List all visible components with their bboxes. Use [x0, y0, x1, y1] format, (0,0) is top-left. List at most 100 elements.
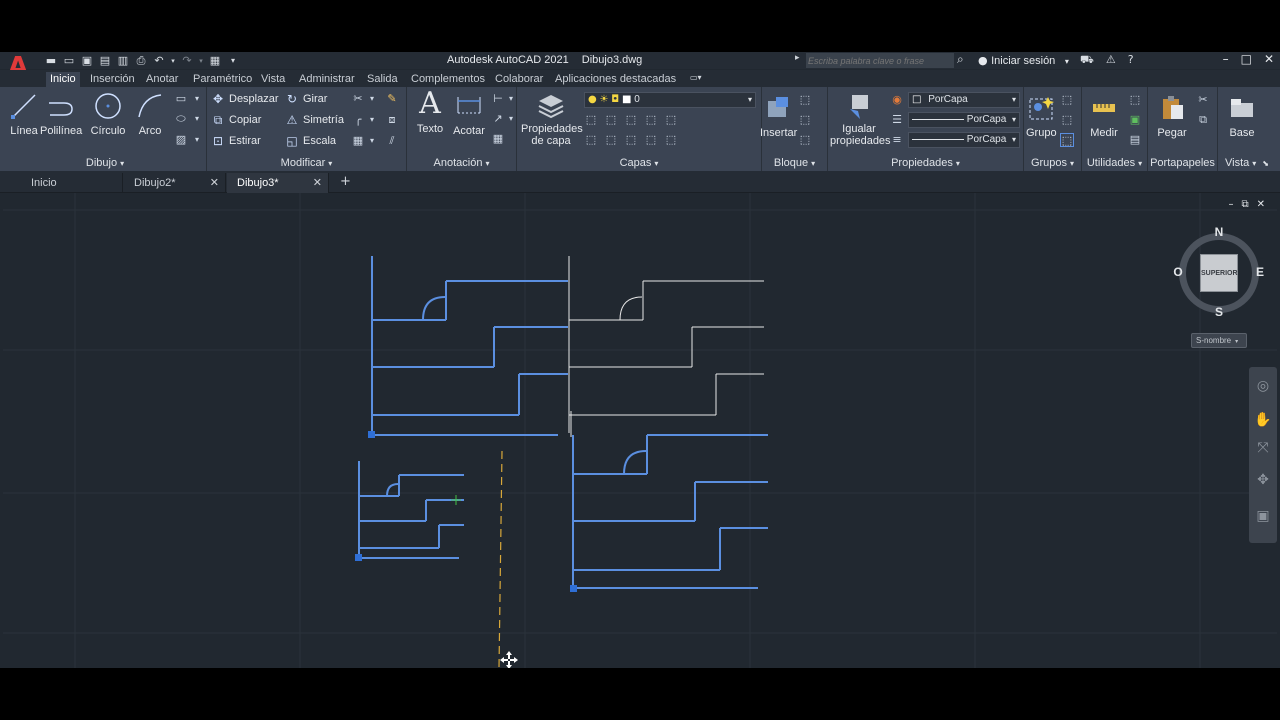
create-block-icon[interactable]: ⬚ [798, 93, 812, 107]
panel-vista-title[interactable]: Vista ▾ ⬊ [1218, 157, 1276, 169]
rectangle-dropdown-icon[interactable]: ▾ [190, 92, 204, 106]
close-tab-icon[interactable]: ✕ [210, 176, 219, 189]
color-dropdown[interactable]: □ PorCapa ▾ [908, 92, 1020, 108]
base-view-button[interactable]: Base [1222, 93, 1262, 139]
trim-dropdown-icon[interactable]: ▾ [365, 92, 379, 106]
view-cube[interactable]: SUPERIOR N S E O [1171, 225, 1267, 321]
undo-dropdown-icon[interactable]: ▾ [170, 55, 176, 67]
steering-wheel-icon[interactable]: ◎ [1254, 377, 1272, 395]
linetype-dropdown[interactable]: PorCapa ▾ [908, 112, 1020, 128]
panel-capas-title[interactable]: Capas ▾ [517, 157, 761, 169]
ribbon-display-toggle-icon[interactable]: ▭▾ [690, 73, 712, 83]
tab-parametrico[interactable]: Paramétrico [189, 72, 256, 87]
ungroup-icon[interactable]: ⬚ [1060, 93, 1074, 107]
leader-dropdown-icon[interactable]: ▾ [504, 112, 518, 126]
tab-salida[interactable]: Salida [363, 72, 402, 87]
match-properties-button[interactable]: Igualar propiedades [830, 91, 891, 147]
array-icon[interactable]: ▦ [351, 134, 365, 148]
arc-button[interactable]: Arco [134, 91, 166, 137]
layer-dropdown[interactable]: ● ☀ ◘ ■ 0 ▾ [584, 92, 756, 108]
layer-tool-9-icon[interactable]: ⬚ [644, 133, 658, 147]
ucs-menu[interactable]: S-nombre ▾ [1191, 333, 1247, 348]
measure-button[interactable]: Medir [1086, 93, 1122, 139]
compass-west[interactable]: O [1171, 265, 1185, 279]
search-expand-icon[interactable]: ▸ [795, 53, 800, 63]
dimension-button[interactable]: Acotar [451, 91, 487, 137]
polyline-button[interactable]: Polilínea [40, 91, 82, 137]
viewport-minimize-icon[interactable]: – [1228, 199, 1233, 210]
zoom-extents-icon[interactable]: ⤧ [1254, 439, 1272, 457]
offset-icon[interactable]: ⫽ [385, 134, 399, 148]
doc-tab-inicio[interactable]: Inicio [21, 173, 123, 193]
tab-inicio[interactable]: Inicio [46, 72, 80, 87]
search-input[interactable] [806, 53, 954, 68]
array-dropdown-icon[interactable]: ▾ [365, 134, 379, 148]
stair-block-selected-1[interactable] [368, 256, 568, 438]
print-icon[interactable]: ⎙ [134, 55, 148, 67]
copy-button[interactable]: ⧉ Copiar [211, 113, 262, 127]
fillet-icon[interactable]: ╭ [351, 113, 365, 127]
insert-block-button[interactable]: Insertar [760, 93, 797, 139]
panel-anotacion-title[interactable]: Anotación ▾ [407, 157, 516, 169]
layer-tool-8-icon[interactable]: ⬚ [624, 133, 638, 147]
circle-button[interactable]: Círculo [88, 91, 128, 137]
rectangle-icon[interactable]: ▭ [174, 92, 188, 106]
paste-button[interactable]: Pegar [1154, 93, 1190, 139]
leader-icon[interactable]: ↗ [491, 112, 505, 126]
panel-dibujo-title[interactable]: Dibujo ▾ [4, 157, 206, 169]
view-cube-face[interactable]: SUPERIOR [1200, 254, 1238, 292]
orbit-icon[interactable]: ✥ [1254, 471, 1272, 489]
close-tab-icon[interactable]: ✕ [313, 176, 322, 189]
new-tab-icon[interactable]: + [340, 174, 351, 189]
layer-tool-6-icon[interactable]: ⬚ [584, 133, 598, 147]
drawing-area[interactable]: – ⧉ ✕ SUPERIOR N S E O S-nombre ▾ ◎ ✋ ⤧ ✥… [3, 193, 1277, 668]
close-icon[interactable]: ✕ [1264, 52, 1274, 66]
compass-east[interactable]: E [1253, 265, 1267, 279]
text-button[interactable]: A Texto [413, 89, 447, 136]
erase-icon[interactable]: ✎ [385, 92, 399, 106]
doc-tab-dibujo3[interactable]: Dibujo3* ✕ [227, 173, 329, 193]
cut-icon[interactable]: ✂ [1196, 93, 1210, 107]
tab-anotar[interactable]: Anotar [142, 72, 182, 87]
scale-button[interactable]: ◱ Escala [285, 134, 336, 148]
tab-complementos[interactable]: Complementos [407, 72, 489, 87]
maximize-icon[interactable]: □ [1241, 52, 1252, 66]
panel-modificar-title[interactable]: Modificar ▾ [207, 157, 406, 169]
viewport-restore-icon[interactable]: ⧉ [1241, 199, 1248, 210]
layer-tool-3-icon[interactable]: ⬚ [624, 113, 638, 127]
save-icon[interactable]: ▣ [80, 55, 94, 67]
group-select-icon[interactable]: ⬚ [1060, 133, 1074, 147]
tab-aplicaciones-destacadas[interactable]: Aplicaciones destacadas [551, 72, 680, 87]
line-button[interactable]: Línea [8, 91, 40, 137]
group-button[interactable]: Grupo [1026, 93, 1057, 139]
compass-south[interactable]: S [1212, 305, 1226, 319]
hatch-dropdown-icon[interactable]: ▾ [190, 133, 204, 147]
stair-block-selected-2[interactable] [570, 434, 768, 592]
attributes-icon[interactable]: ⬚ [798, 133, 812, 147]
save-as-icon[interactable]: ▤ [98, 55, 112, 67]
table-icon[interactable]: ▦ [491, 132, 505, 146]
pan-hand-icon[interactable]: ✋ [1254, 411, 1272, 429]
ellipse-icon[interactable]: ⬭ [174, 112, 188, 126]
tab-administrar[interactable]: Administrar [295, 72, 359, 87]
viewport-close-icon[interactable]: ✕ [1257, 199, 1265, 210]
calculator-icon[interactable]: ▤ [1128, 133, 1142, 147]
stair-block-selected-small[interactable] [355, 461, 464, 561]
panel-utilidades-title[interactable]: Utilidades ▾ [1082, 157, 1147, 169]
redo-icon[interactable]: ↷ [180, 55, 194, 67]
doc-tab-dibujo2[interactable]: Dibujo2* ✕ [124, 173, 226, 193]
customize-qat-icon[interactable]: ▾ [226, 55, 240, 67]
layer-tool-1-icon[interactable]: ⬚ [584, 113, 598, 127]
linear-dimension-dropdown-icon[interactable]: ▾ [504, 92, 518, 106]
lineweight-dropdown[interactable]: PorCapa ▾ [908, 132, 1020, 148]
panel-grupos-title[interactable]: Grupos ▾ [1024, 157, 1081, 169]
drawing-canvas[interactable] [3, 193, 1277, 668]
layer-properties-button[interactable]: Propiedades de capa [521, 91, 583, 147]
redo-dropdown-icon[interactable]: ▾ [198, 55, 204, 67]
tab-vista[interactable]: Vista [257, 72, 289, 87]
tab-colaborar[interactable]: Colaborar [491, 72, 547, 87]
autodesk-app-icon[interactable]: ⚠ [1106, 53, 1116, 68]
showmotion-icon[interactable]: ▣ [1254, 507, 1272, 525]
panel-bloque-title[interactable]: Bloque ▾ [762, 157, 827, 169]
compass-north[interactable]: N [1212, 225, 1226, 239]
